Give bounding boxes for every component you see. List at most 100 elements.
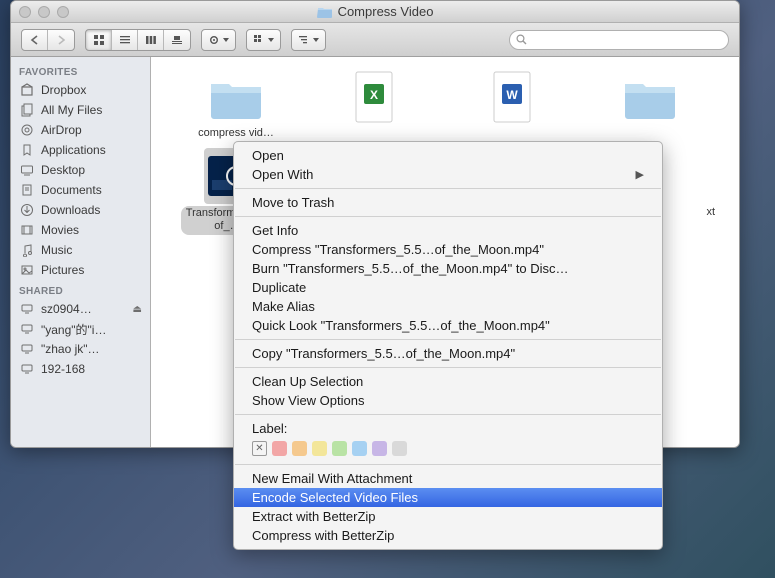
box-icon bbox=[19, 82, 35, 98]
sidebar-header-favorites: FAVORITES bbox=[11, 61, 150, 80]
menu-item-get-info[interactable]: Get Info bbox=[234, 221, 662, 240]
generic-file-icon bbox=[695, 148, 715, 204]
label-color-green[interactable] bbox=[332, 441, 347, 456]
sidebar-item-pictures[interactable]: Pictures bbox=[11, 260, 150, 280]
menu-separator bbox=[235, 339, 661, 340]
sidebar-item-label: sz0904… bbox=[41, 302, 92, 316]
menu-item-make-alias[interactable]: Make Alias bbox=[234, 297, 662, 316]
menu-item-label: Move to Trash bbox=[252, 195, 334, 210]
menu-item-copy[interactable]: Copy "Transformers_5.5…of_the_Moon.mp4" bbox=[234, 344, 662, 363]
search-input[interactable] bbox=[531, 34, 722, 46]
label-color-yellow[interactable] bbox=[312, 441, 327, 456]
menu-item-label: Quick Look "Transformers_5.5…of_the_Moon… bbox=[252, 318, 550, 333]
search-field[interactable] bbox=[509, 30, 729, 50]
music-icon bbox=[19, 242, 35, 258]
arrange-menu-button[interactable] bbox=[246, 29, 281, 51]
sidebar-item-all-my-files[interactable]: All My Files bbox=[11, 100, 150, 120]
sidebar-item-dropbox[interactable]: Dropbox bbox=[11, 80, 150, 100]
eject-icon[interactable]: ⏏ bbox=[133, 304, 142, 315]
sidebar-item-movies[interactable]: Movies bbox=[11, 220, 150, 240]
documents-icon bbox=[19, 182, 35, 198]
sidebar-item-label: Dropbox bbox=[41, 83, 86, 97]
label-color-gray[interactable] bbox=[392, 441, 407, 456]
folder-icon bbox=[204, 69, 268, 125]
movies-icon bbox=[19, 222, 35, 238]
label-color-blue[interactable] bbox=[352, 441, 367, 456]
back-button[interactable] bbox=[22, 30, 48, 50]
menu-item-burn[interactable]: Burn "Transformers_5.5…of_the_Moon.mp4" … bbox=[234, 259, 662, 278]
sidebar-item-label: "yang"的"i… bbox=[41, 321, 106, 338]
menu-item-open[interactable]: Open bbox=[234, 146, 662, 165]
menu-item-show-view-options[interactable]: Show View Options bbox=[234, 391, 662, 410]
titlebar: Compress Video bbox=[11, 1, 739, 23]
menu-separator bbox=[235, 188, 661, 189]
sidebar-item-label: Pictures bbox=[41, 263, 84, 277]
menu-item-duplicate[interactable]: Duplicate bbox=[234, 278, 662, 297]
action-menu-button[interactable] bbox=[201, 29, 236, 51]
sidebar-item-applications[interactable]: Applications bbox=[11, 140, 150, 160]
svg-text:X: X bbox=[370, 88, 378, 102]
menu-separator bbox=[235, 414, 661, 415]
computer-icon bbox=[19, 321, 35, 337]
chevron-down-icon bbox=[268, 37, 274, 43]
computer-icon bbox=[19, 341, 35, 357]
zoom-window-button[interactable] bbox=[57, 6, 69, 18]
coverflow-view-button[interactable] bbox=[164, 30, 190, 50]
sidebar-item-desktop[interactable]: Desktop bbox=[11, 160, 150, 180]
share-menu-button[interactable] bbox=[291, 29, 326, 51]
menu-separator bbox=[235, 367, 661, 368]
menu-item-move-to-trash[interactable]: Move to Trash bbox=[234, 193, 662, 212]
sidebar-item-shared-4[interactable]: 192-168 bbox=[11, 359, 150, 379]
menu-item-new-email[interactable]: New Email With Attachment bbox=[234, 469, 662, 488]
sidebar-item-documents[interactable]: Documents bbox=[11, 180, 150, 200]
folder-icon bbox=[317, 6, 333, 18]
sidebar-item-shared-3[interactable]: "zhao jk"… bbox=[11, 339, 150, 359]
applications-icon bbox=[19, 142, 35, 158]
label-color-purple[interactable] bbox=[372, 441, 387, 456]
menu-item-clean-up[interactable]: Clean Up Selection bbox=[234, 372, 662, 391]
menu-item-compress[interactable]: Compress "Transformers_5.5…of_the_Moon.m… bbox=[234, 240, 662, 259]
sidebar-item-shared-2[interactable]: "yang"的"i… bbox=[11, 319, 150, 339]
menu-item-open-with[interactable]: Open With▶ bbox=[234, 165, 662, 184]
menu-item-label: Compress "Transformers_5.5…of_the_Moon.m… bbox=[252, 242, 544, 257]
minimize-window-button[interactable] bbox=[38, 6, 50, 18]
sidebar-item-airdrop[interactable]: AirDrop bbox=[11, 120, 150, 140]
menu-item-label: Duplicate bbox=[252, 280, 306, 295]
sidebar: FAVORITES Dropbox All My Files AirDrop A… bbox=[11, 57, 151, 447]
label-clear-button[interactable]: ✕ bbox=[252, 441, 267, 456]
column-view-button[interactable] bbox=[138, 30, 164, 50]
file-item[interactable] bbox=[585, 69, 715, 140]
close-window-button[interactable] bbox=[19, 6, 31, 18]
computer-icon bbox=[19, 361, 35, 377]
menu-item-encode-video[interactable]: Encode Selected Video Files bbox=[234, 488, 662, 507]
label-color-orange[interactable] bbox=[292, 441, 307, 456]
gear-icon bbox=[208, 34, 220, 46]
menu-item-label: Open bbox=[252, 148, 284, 163]
menu-item-quick-look[interactable]: Quick Look "Transformers_5.5…of_the_Moon… bbox=[234, 316, 662, 335]
sidebar-item-label: "zhao jk"… bbox=[41, 342, 100, 356]
icon-view-button[interactable] bbox=[86, 30, 112, 50]
file-label: xt bbox=[706, 206, 715, 219]
grid-icon bbox=[253, 34, 265, 46]
menu-item-compress-betterzip[interactable]: Compress with BetterZip bbox=[234, 526, 662, 545]
sidebar-item-downloads[interactable]: Downloads bbox=[11, 200, 150, 220]
sidebar-item-label: Movies bbox=[41, 223, 79, 237]
nav-buttons bbox=[21, 29, 75, 51]
window-controls bbox=[19, 6, 69, 18]
file-item[interactable]: compress vid… bbox=[171, 69, 301, 140]
file-item[interactable]: X bbox=[309, 69, 439, 140]
view-mode-buttons bbox=[85, 29, 191, 51]
forward-button[interactable] bbox=[48, 30, 74, 50]
chevron-down-icon bbox=[223, 37, 229, 43]
label-color-red[interactable] bbox=[272, 441, 287, 456]
file-item[interactable]: W bbox=[447, 69, 577, 140]
sidebar-item-label: 192-168 bbox=[41, 362, 85, 376]
menu-item-label: Make Alias bbox=[252, 299, 315, 314]
menu-item-label: Copy "Transformers_5.5…of_the_Moon.mp4" bbox=[252, 346, 515, 361]
svg-text:W: W bbox=[506, 88, 518, 102]
menu-item-extract-betterzip[interactable]: Extract with BetterZip bbox=[234, 507, 662, 526]
sidebar-item-label: Documents bbox=[41, 183, 102, 197]
sidebar-item-music[interactable]: Music bbox=[11, 240, 150, 260]
list-view-button[interactable] bbox=[112, 30, 138, 50]
sidebar-item-shared-1[interactable]: sz0904… ⏏ bbox=[11, 299, 150, 319]
